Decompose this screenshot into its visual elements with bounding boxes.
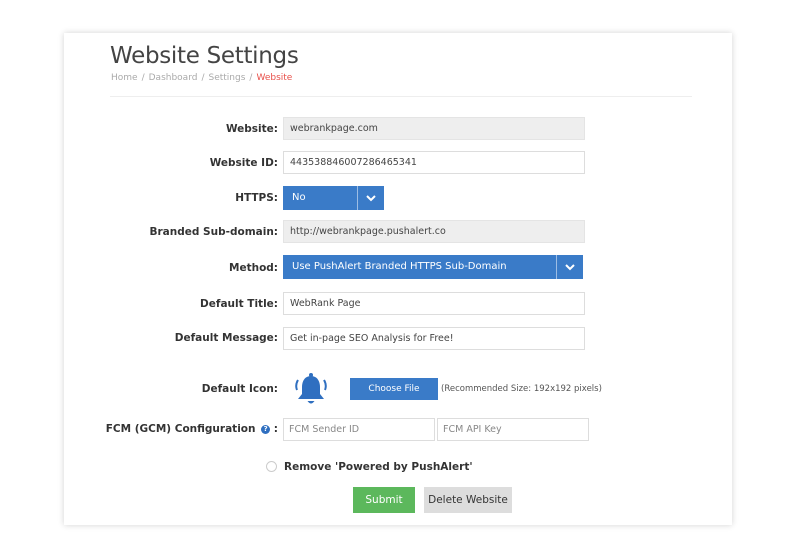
default-title-label: Default Title: <box>200 298 278 310</box>
breadcrumb-settings[interactable]: Settings <box>209 73 246 83</box>
settings-card: Website Settings Home / Dashboard / Settings… <box>64 33 732 525</box>
https-select[interactable]: No <box>283 186 384 210</box>
header-divider <box>110 96 692 97</box>
breadcrumb-website: Website <box>256 73 293 83</box>
choose-file-button[interactable]: Choose File <box>350 378 438 400</box>
delete-website-button[interactable]: Delete Website <box>424 487 512 513</box>
fcm-sender-id-input[interactable]: FCM Sender ID <box>283 418 435 441</box>
submit-button[interactable]: Submit <box>353 487 415 513</box>
bell-icon <box>292 370 330 408</box>
subdomain-field: http://webrankpage.pushalert.co <box>283 220 585 243</box>
website-id-field[interactable]: 443538846007286465341 <box>283 151 585 174</box>
fcm-label-colon: : <box>273 423 278 435</box>
default-icon-label: Default Icon: <box>201 383 278 395</box>
remove-powered-checkbox[interactable] <box>266 461 277 472</box>
recommended-size-hint: (Recommended Size: 192x192 pixels) <box>441 384 602 394</box>
chevron-down-icon <box>556 255 583 279</box>
default-title-field[interactable]: WebRank Page <box>283 292 585 315</box>
breadcrumb-home[interactable]: Home <box>111 73 138 83</box>
method-label: Method: <box>229 262 278 274</box>
remove-powered-label: Remove 'Powered by PushAlert' <box>284 461 473 473</box>
fcm-api-key-input[interactable]: FCM API Key <box>437 418 589 441</box>
https-select-value: No <box>292 192 306 203</box>
subdomain-label: Branded Sub-domain: <box>149 226 279 238</box>
website-field: webrankpage.com <box>283 117 585 140</box>
website-label: Website: <box>225 123 278 135</box>
method-select[interactable]: Use PushAlert Branded HTTPS Sub-Domain <box>283 255 583 279</box>
fcm-label: FCM (GCM) Configuration ? : <box>106 423 278 435</box>
fcm-label-text: FCM (GCM) Configuration <box>105 423 256 435</box>
breadcrumb: Home / Dashboard / Settings / Website <box>111 73 293 83</box>
page-title: Website Settings <box>110 43 299 69</box>
website-id-label: Website ID: <box>209 157 278 169</box>
method-select-value: Use PushAlert Branded HTTPS Sub-Domain <box>292 261 507 272</box>
https-label: HTTPS: <box>235 192 278 204</box>
help-icon[interactable]: ? <box>261 424 271 434</box>
default-message-label: Default Message: <box>174 332 278 344</box>
default-message-field[interactable]: Get in-page SEO Analysis for Free! <box>283 327 585 350</box>
chevron-down-icon <box>357 186 384 210</box>
breadcrumb-dashboard[interactable]: Dashboard <box>149 73 198 83</box>
